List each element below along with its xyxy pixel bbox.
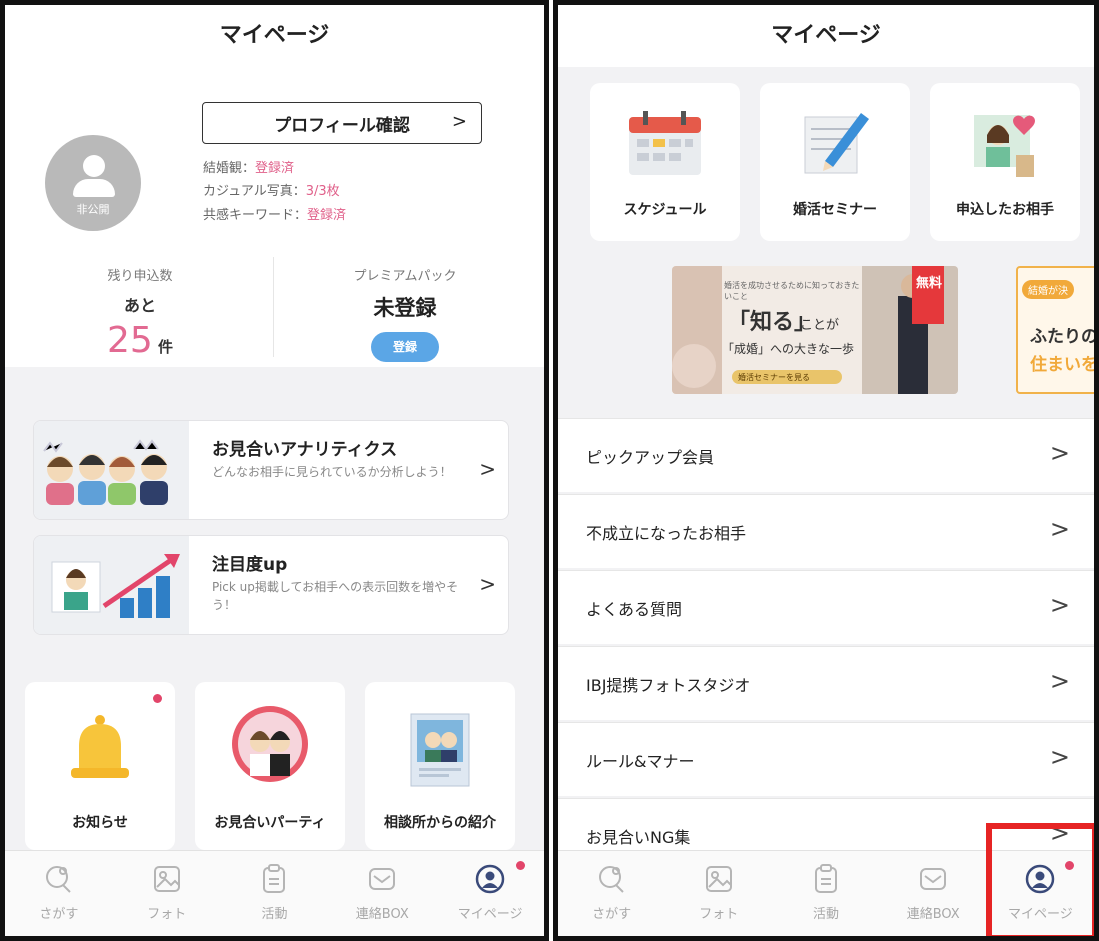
tab-mypage[interactable]: マイページ bbox=[436, 851, 544, 936]
notification-dot bbox=[516, 861, 526, 870]
profile-confirm-label: プロフィール確認 bbox=[274, 115, 410, 136]
clipboard-icon bbox=[814, 864, 837, 893]
chevron-right-icon: > bbox=[1049, 591, 1070, 619]
highlight-mypage-tab bbox=[986, 823, 1094, 936]
banner-main-b: ことが bbox=[800, 318, 840, 333]
avatar-head-icon bbox=[83, 155, 105, 177]
chevron-right-icon: > bbox=[451, 111, 467, 132]
tile-schedule-label: スケジュール bbox=[623, 202, 707, 218]
avatar-body-icon bbox=[73, 179, 115, 197]
left-screen: マイページ 非公開 プロフィール確認 > 結婚観：登録済 カジュアル写真：3/3… bbox=[0, 0, 549, 941]
tab-activity[interactable]: 活動 bbox=[772, 851, 879, 936]
tile-seminar-label: 婚活セミナー bbox=[793, 202, 877, 218]
register-button[interactable]: 登録 bbox=[371, 332, 439, 362]
banner-small-text: 婚活を成功させるために知っておきたいこと bbox=[724, 281, 860, 301]
profile-icon bbox=[475, 864, 505, 894]
info-marriage-view: 結婚観：登録済 bbox=[203, 161, 295, 176]
woman-heart-icon bbox=[974, 115, 1035, 177]
banner2-tag: 結婚が決 bbox=[1022, 280, 1074, 299]
page-title: マイページ bbox=[558, 5, 1094, 67]
tab-mailbox[interactable]: 連絡BOX bbox=[880, 851, 987, 936]
people-illustration-icon bbox=[34, 421, 189, 519]
divider bbox=[273, 257, 274, 357]
tile-schedule[interactable]: スケジュール bbox=[590, 83, 740, 241]
photo-couple-icon bbox=[410, 713, 470, 787]
mail-icon bbox=[369, 868, 396, 890]
tab-photo[interactable]: フォト bbox=[665, 851, 772, 936]
banner-main-c: 「成婚」への大きな一歩 bbox=[722, 342, 855, 356]
info-casual-photos: カジュアル写真：3/3枚 bbox=[203, 184, 340, 199]
chevron-right-icon: > bbox=[1049, 515, 1070, 543]
tile-applied-partners[interactable]: 申込したお相手 bbox=[930, 83, 1080, 241]
housing-banner[interactable]: 結婚が決 ふたりの 住まいを bbox=[1016, 266, 1098, 394]
chevron-right-icon: > bbox=[1049, 743, 1070, 771]
photo-icon bbox=[705, 866, 732, 892]
info-keywords: 共感キーワード：登録済 bbox=[203, 208, 347, 223]
attention-up-title: 注目度up bbox=[212, 555, 288, 575]
tile-notifications[interactable]: お知らせ bbox=[25, 682, 175, 850]
tab-bar: さがす フォト 活動 連絡BOX マイページ bbox=[5, 850, 544, 936]
calendar-icon bbox=[629, 111, 701, 175]
tab-search[interactable]: さがす bbox=[558, 851, 665, 936]
profile-card: 非公開 プロフィール確認 > 結婚観：登録済 カジュアル写真：3/3枚 共感キー… bbox=[5, 67, 544, 367]
search-person-icon bbox=[45, 866, 71, 893]
clipboard-icon bbox=[263, 864, 286, 893]
chevron-right-icon: > bbox=[479, 572, 496, 596]
tab-photo[interactable]: フォト bbox=[113, 851, 221, 936]
search-person-icon bbox=[598, 866, 624, 893]
seminar-banner[interactable]: 婚活を成功させるために知っておきたいこと 「知る」 ことが 「成婚」への大きな一… bbox=[672, 266, 958, 394]
remaining-count: 25 bbox=[107, 320, 153, 361]
list-item-rules-manners[interactable]: ルール&マナー > bbox=[558, 722, 1094, 796]
couple-icon bbox=[232, 706, 308, 782]
tab-search[interactable]: さがす bbox=[5, 851, 113, 936]
page-title: マイページ bbox=[5, 5, 544, 67]
notepad-pencil-icon bbox=[804, 113, 869, 174]
photo-icon bbox=[153, 866, 180, 892]
tile-seminar[interactable]: 婚活セミナー bbox=[760, 83, 910, 241]
analytics-card[interactable]: お見合いアナリティクス どんなお相手に見られているか分析しよう！ > bbox=[33, 420, 509, 520]
growth-chart-illustration-icon bbox=[34, 536, 189, 634]
bell-icon bbox=[71, 715, 129, 778]
analytics-title: お見合いアナリティクス bbox=[212, 440, 398, 460]
chevron-right-icon: > bbox=[479, 457, 496, 481]
chevron-right-icon: > bbox=[1049, 667, 1070, 695]
tile-party[interactable]: お見合いパーティ bbox=[195, 682, 345, 850]
list-item-faq[interactable]: よくある質問 > bbox=[558, 570, 1094, 644]
tile-notifications-label: お知らせ bbox=[72, 815, 128, 831]
banner2-line1: ふたりの bbox=[1030, 327, 1098, 347]
analytics-desc: どんなお相手に見られているか分析しよう！ bbox=[212, 465, 452, 479]
avatar-privacy-label: 非公開 bbox=[76, 203, 110, 216]
tab-mailbox[interactable]: 連絡BOX bbox=[328, 851, 436, 936]
banner2-line2: 住まいを bbox=[1030, 355, 1098, 375]
tile-agency-intro[interactable]: 相談所からの紹介 bbox=[365, 682, 515, 850]
remaining-applications: 残り申込数 あと 25 件 bbox=[107, 269, 173, 361]
banner-free-badge: 無料 bbox=[916, 276, 943, 291]
list-item-failed-matches[interactable]: 不成立になったお相手 > bbox=[558, 494, 1094, 568]
list-item-photo-studio[interactable]: IBJ提携フォトスタジオ > bbox=[558, 646, 1094, 720]
attention-up-card[interactable]: 注目度up Pick up掲載してお相手への表示回数を増やそう！ > bbox=[33, 535, 509, 635]
tile-agency-intro-label: 相談所からの紹介 bbox=[384, 815, 496, 831]
tile-applied-partners-label: 申込したお相手 bbox=[956, 202, 1054, 218]
tile-party-label: お見合いパーティ bbox=[214, 815, 326, 831]
profile-confirm-button[interactable]: プロフィール確認 > bbox=[202, 102, 482, 144]
avatar[interactable]: 非公開 bbox=[45, 135, 141, 231]
attention-up-desc: Pick up掲載してお相手への表示回数を増やそう！ bbox=[212, 580, 459, 612]
right-screen: マイページ スケジュール 婚活セミナー 申込したお相手 婚活を成功させるために知… bbox=[553, 0, 1099, 941]
list-item-pickup-members[interactable]: ピックアップ会員 > bbox=[558, 418, 1094, 492]
notification-dot bbox=[153, 694, 162, 703]
chevron-right-icon: > bbox=[1049, 439, 1070, 467]
tab-activity[interactable]: 活動 bbox=[221, 851, 329, 936]
mail-icon bbox=[920, 868, 947, 890]
banner-cta: 婚活セミナーを見る bbox=[738, 373, 810, 382]
premium-pack: プレミアムパック 未登録 登録 bbox=[325, 265, 485, 362]
